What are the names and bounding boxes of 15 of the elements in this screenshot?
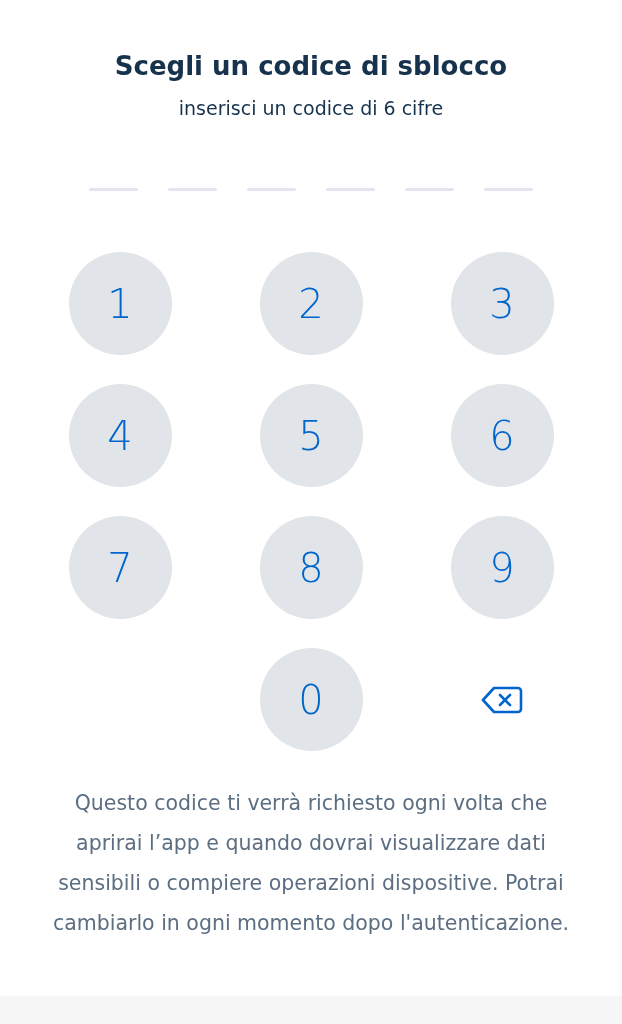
digit-key[interactable]: 2 [259,252,363,355]
digit-key[interactable]: 5 [259,384,363,487]
screen-subtitle: inserisci un codice di 6 cifre [178,96,444,121]
digit-key[interactable]: 7 [68,516,172,619]
digit-key[interactable]: 8 [259,516,363,619]
backspace-button[interactable] [480,684,524,715]
backspace-icon [480,684,524,715]
digit-key[interactable]: 3 [450,252,554,355]
digit-key[interactable]: 6 [450,384,554,487]
screen-title: Scegli un codice di sblocco [114,50,508,83]
digit-key[interactable]: 1 [68,252,172,355]
digit-key[interactable]: 9 [450,516,554,619]
digit-key[interactable]: 0 [259,648,363,751]
digit-key[interactable]: 4 [68,384,172,487]
info-paragraph: Questo codice ti verrà richiesto ogni volta che aprirai l’app e quando dovrai visualizzare dati sensibili o compiere operazioni dispositive. Potrai cambiarlo in ogni momento dopo l'autenticazione. [51,790,571,937]
